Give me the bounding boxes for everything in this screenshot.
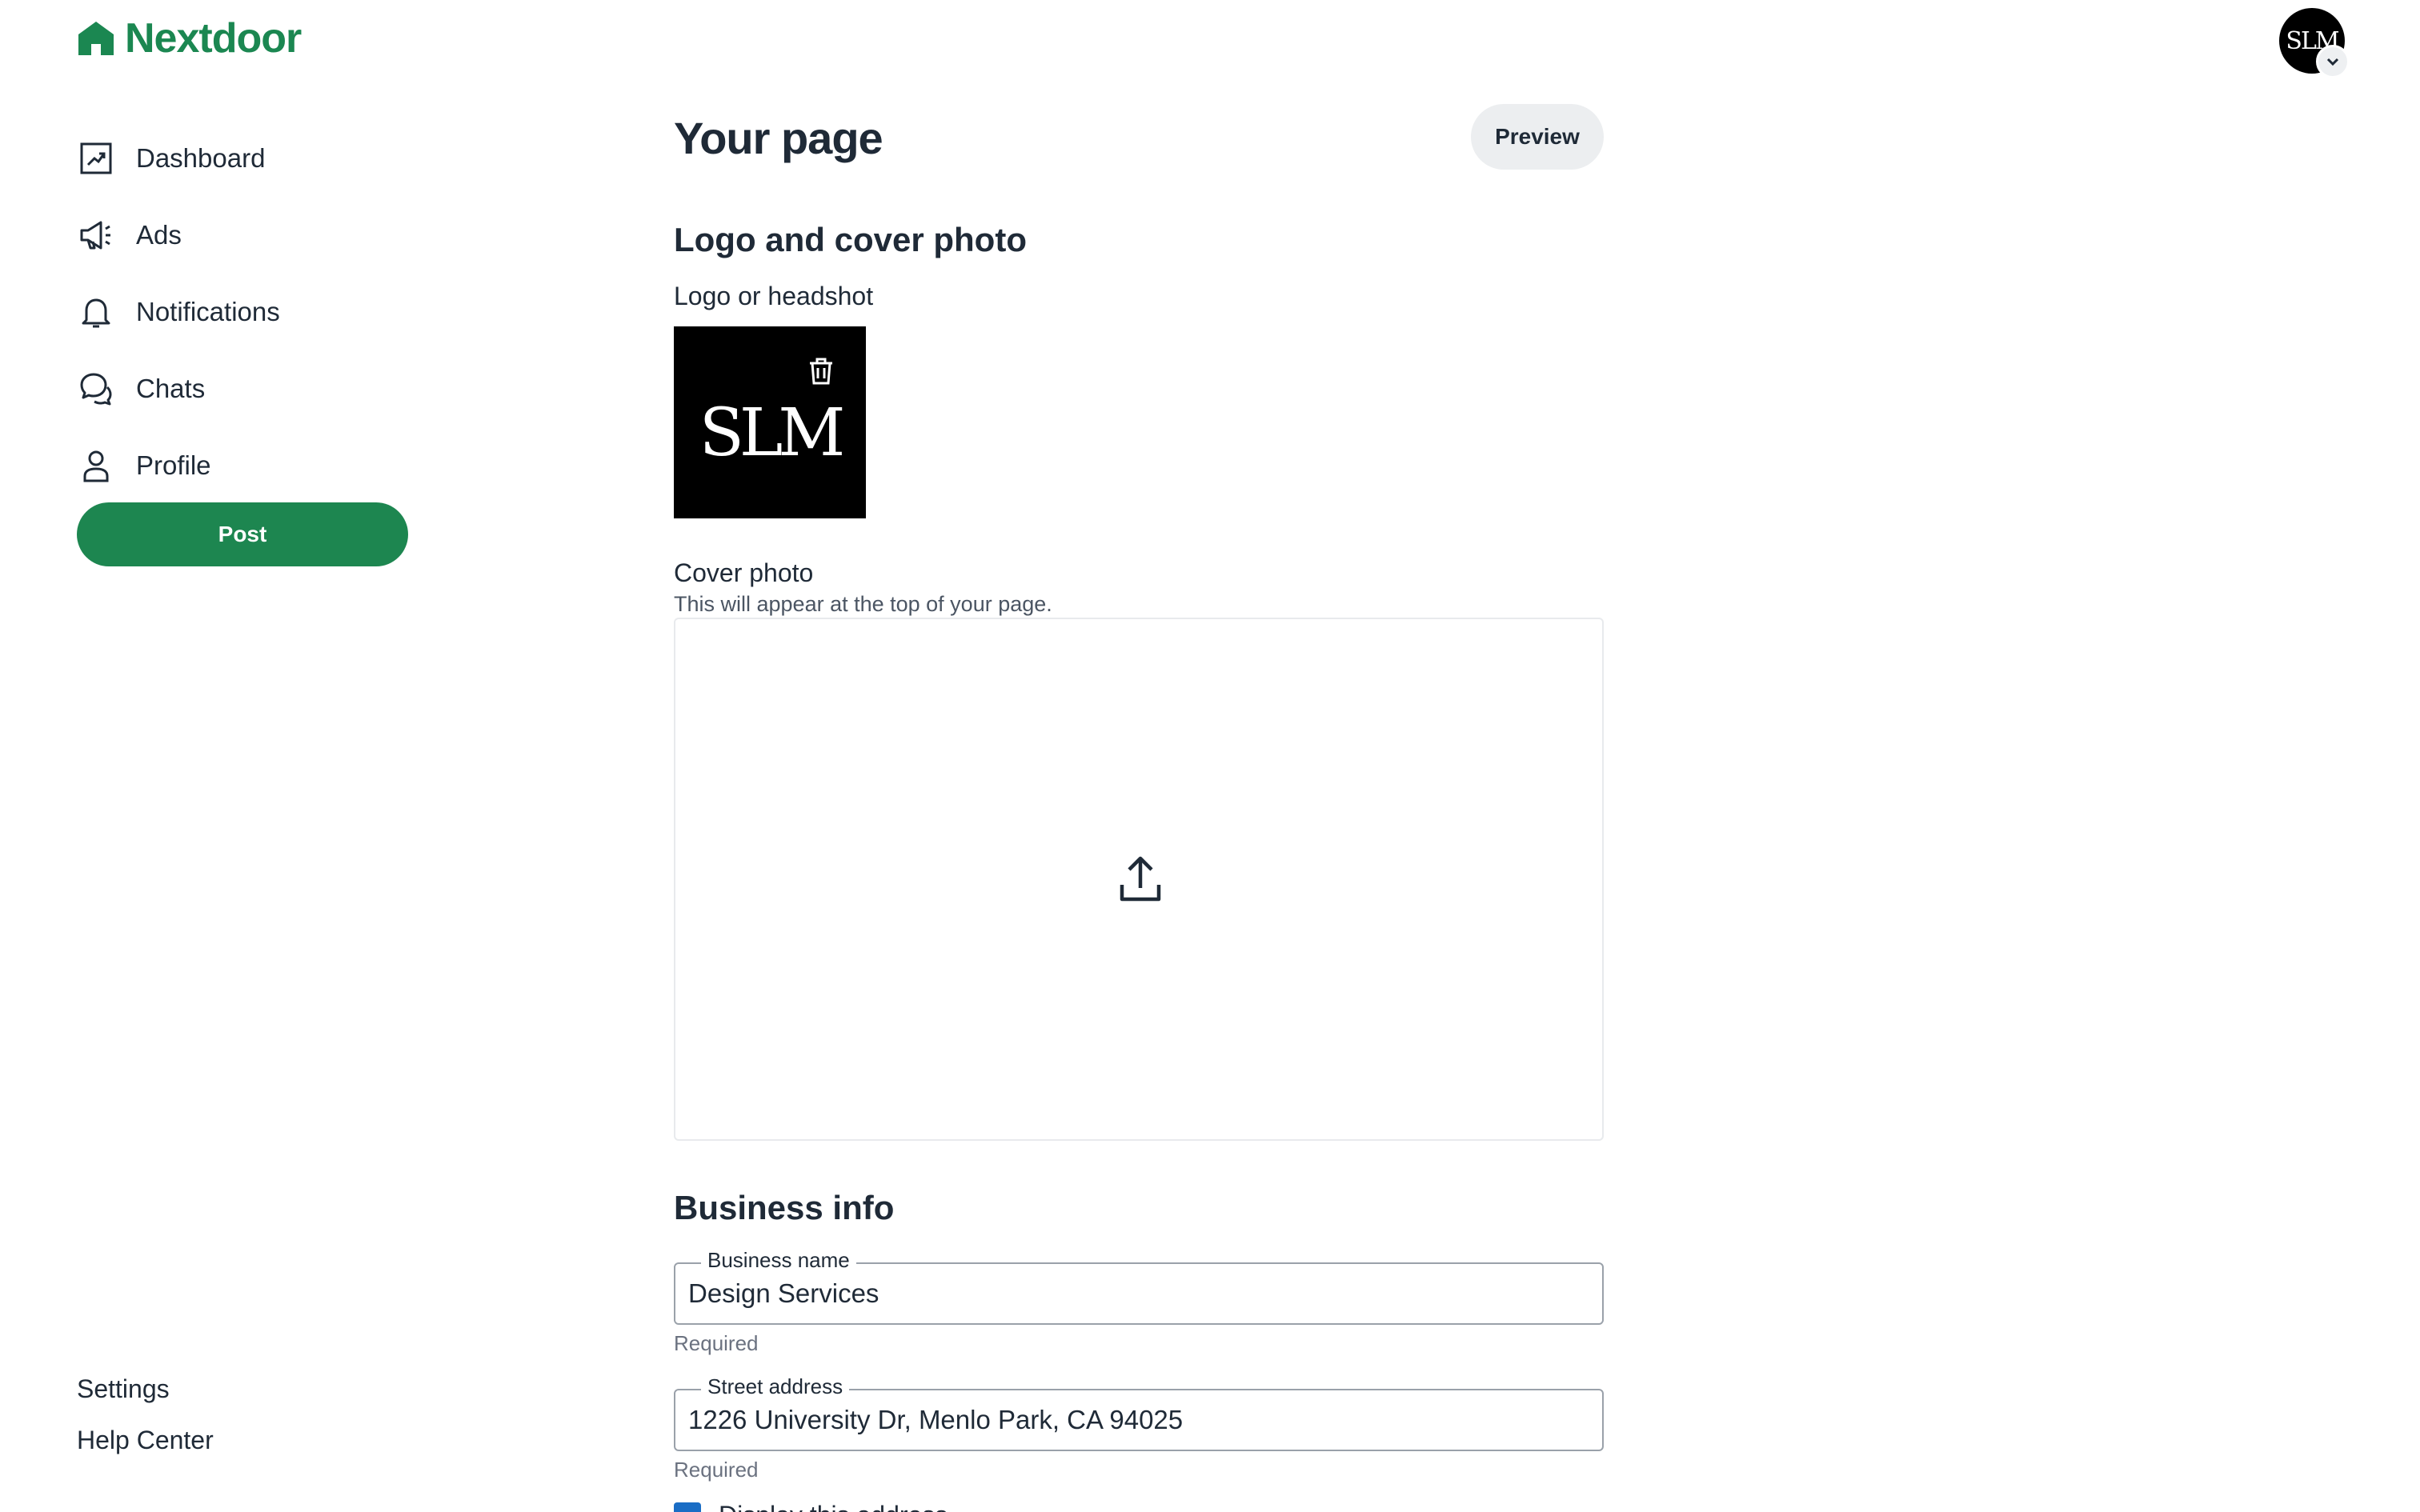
settings-link[interactable]: Settings xyxy=(77,1363,214,1414)
preview-button[interactable]: Preview xyxy=(1471,104,1604,170)
app-root: Nextdoor Dashboard Ads Notifications Cha… xyxy=(0,0,2420,1512)
bell-icon xyxy=(77,293,115,331)
logo-image[interactable]: SLM xyxy=(674,326,866,518)
street-address-input[interactable] xyxy=(688,1402,1585,1438)
chevron-down-icon xyxy=(2326,58,2339,66)
house-icon xyxy=(78,22,114,55)
logo-cover-section-title: Logo and cover photo xyxy=(674,221,1027,258)
upload-icon xyxy=(1120,856,1161,902)
sidebar-item-label: Notifications xyxy=(136,297,280,326)
business-name-helper: Required xyxy=(674,1331,759,1355)
trash-icon xyxy=(810,358,832,385)
display-address-checkbox[interactable] xyxy=(674,1502,701,1512)
business-name-field[interactable]: Business name xyxy=(674,1248,1604,1325)
sidebar-item-profile[interactable]: Profile xyxy=(77,427,429,504)
sidebar-item-notifications[interactable]: Notifications xyxy=(77,274,429,350)
person-icon xyxy=(77,446,115,485)
sidebar-footer: Settings Help Center xyxy=(77,1363,214,1466)
logo-label: Logo or headshot xyxy=(674,282,874,310)
cover-photo-dropzone[interactable] xyxy=(674,618,1604,1141)
account-menu-button[interactable] xyxy=(2316,45,2350,78)
megaphone-icon xyxy=(77,216,115,254)
cover-photo-hint: This will appear at the top of your page… xyxy=(674,592,1052,616)
business-name-input[interactable] xyxy=(688,1275,1585,1312)
sidebar-item-label: Profile xyxy=(136,450,211,480)
sidebar-nav: Dashboard Ads Notifications Chats Profil… xyxy=(77,120,429,504)
chat-bubbles-icon xyxy=(77,370,115,408)
sidebar-item-label: Ads xyxy=(136,220,182,250)
post-button[interactable]: Post xyxy=(77,502,408,566)
sidebar-item-dashboard[interactable]: Dashboard xyxy=(77,120,429,197)
business-info-section-title: Business info xyxy=(674,1189,895,1226)
dashboard-chart-icon xyxy=(77,139,115,178)
business-name-label: Business name xyxy=(701,1248,856,1273)
cover-photo-label: Cover photo xyxy=(674,558,814,587)
sidebar-item-ads[interactable]: Ads xyxy=(77,197,429,274)
sidebar-item-label: Dashboard xyxy=(136,143,266,173)
logo-text: SLM xyxy=(699,394,846,471)
page-title: Your page xyxy=(674,113,883,163)
sidebar-item-label: Chats xyxy=(136,374,206,403)
display-address-label: Display this address xyxy=(719,1501,948,1512)
street-address-field[interactable]: Street address xyxy=(674,1374,1604,1451)
street-address-label: Street address xyxy=(701,1374,850,1399)
nextdoor-logo[interactable]: Nextdoor xyxy=(77,14,302,62)
brand-name: Nextdoor xyxy=(125,15,302,62)
street-address-helper: Required xyxy=(674,1458,759,1482)
help-center-link[interactable]: Help Center xyxy=(77,1414,214,1466)
sidebar-item-chats[interactable]: Chats xyxy=(77,350,429,427)
display-address-option[interactable]: Display this address xyxy=(674,1501,948,1512)
delete-logo-button[interactable] xyxy=(805,355,837,387)
